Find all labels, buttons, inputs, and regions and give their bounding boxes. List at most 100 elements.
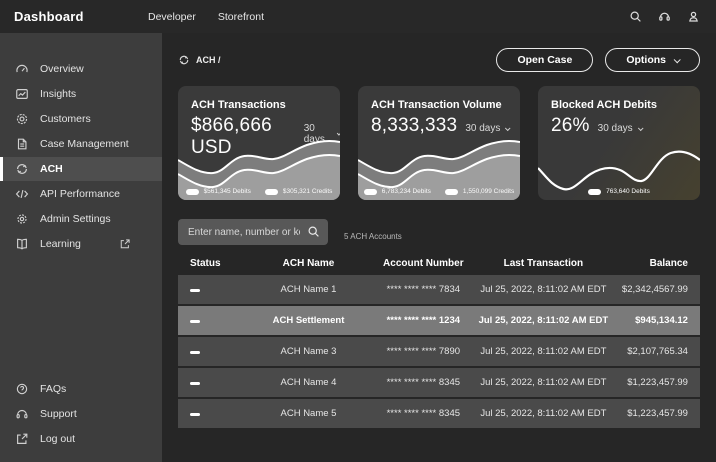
column-header-last-transaction: Last Transaction (476, 258, 612, 269)
sidebar-item-customers[interactable]: Customers (0, 107, 162, 131)
sidebar-item-label: Case Management (40, 138, 129, 150)
search-input[interactable] (178, 219, 328, 245)
balance-cell: $1,223,457.99 (611, 408, 700, 419)
status-cell (178, 408, 246, 419)
card-period-dropdown[interactable]: 30 days (598, 123, 642, 134)
account-number-cell: **** **** **** 7890 (371, 346, 475, 357)
last-transaction-cell: Jul 25, 2022, 8:11:02 AM EDT (476, 284, 612, 295)
ach-name-cell: ACH Name 3 (246, 346, 371, 357)
table-row-selected[interactable]: ACH Settlement **** **** **** 1234 Jul 2… (178, 306, 700, 335)
last-transaction-cell: Jul 25, 2022, 8:11:02 AM EDT (476, 408, 612, 419)
sidebar-item-label: Overview (40, 63, 84, 75)
open-case-button[interactable]: Open Case (496, 48, 593, 72)
support-icon[interactable] (657, 10, 671, 24)
ach-name-cell: ACH Name 1 (246, 284, 371, 295)
balance-cell: $945,134.12 (611, 315, 700, 326)
table-row[interactable]: ACH Name 1 **** **** **** 7834 Jul 25, 2… (178, 275, 700, 304)
last-transaction-cell: Jul 25, 2022, 8:11:02 AM EDT (476, 346, 612, 357)
options-button[interactable]: Options (605, 48, 700, 72)
sidebar-item-overview[interactable]: Overview (0, 57, 162, 81)
last-transaction-cell: Jul 25, 2022, 8:11:02 AM EDT (476, 377, 612, 388)
breadcrumb-label: ACH / (196, 55, 221, 65)
legend-marker (186, 189, 199, 195)
sidebar-item-label: Log out (40, 433, 75, 445)
account-number-cell: **** **** **** 8345 (371, 377, 475, 388)
headset-icon (14, 407, 29, 422)
document-icon (14, 137, 29, 152)
card-ach-transaction-volume: ACH Transaction Volume 8,333,333 30 days… (358, 86, 520, 200)
sidebar-item-label: ACH (40, 163, 63, 175)
sidebar-item-label: Admin Settings (40, 213, 111, 225)
table-header: Status ACH Name Account Number Last Tran… (178, 254, 700, 275)
top-navbar: Dashboard Developer Storefront (0, 0, 716, 33)
chevron-down-icon (505, 125, 511, 131)
card-legend: 6,783,234 Debits 1,550,099 Credits (358, 188, 520, 195)
card-value: 8,333,333 (371, 115, 457, 137)
question-circle-icon (14, 382, 29, 397)
legend-marker (265, 189, 278, 195)
gear-icon (14, 212, 29, 227)
balance-cell: $2,107,765.34 (611, 346, 700, 357)
column-header-status: Status (178, 258, 246, 269)
nav-tab-storefront[interactable]: Storefront (218, 11, 264, 23)
status-cell (178, 346, 246, 357)
balance-cell: $1,223,457.99 (611, 377, 700, 388)
sidebar-item-faqs[interactable]: FAQs (0, 377, 162, 401)
sidebar-item-api-performance[interactable]: API Performance (0, 182, 162, 206)
last-transaction-cell: Jul 25, 2022, 8:11:02 AM EDT (476, 315, 612, 326)
sidebar-item-label: FAQs (40, 383, 66, 395)
external-link-icon (118, 237, 133, 252)
user-icon[interactable] (686, 10, 700, 24)
card-period-dropdown[interactable]: 30 days (465, 123, 509, 134)
card-legend: 763,640 Debits (538, 188, 700, 195)
search-icon[interactable] (307, 225, 320, 243)
card-title: ACH Transactions (178, 86, 340, 111)
gauge-icon (14, 62, 29, 77)
legend-item: $561,345 Debits (186, 188, 251, 195)
card-title: ACH Transaction Volume (358, 86, 520, 111)
account-number-cell: **** **** **** 7834 (371, 284, 475, 295)
status-cell (178, 315, 246, 326)
ach-name-cell: ACH Name 4 (246, 377, 371, 388)
navbar-tabs: Developer Storefront (148, 11, 264, 23)
chevron-down-icon (638, 125, 644, 131)
sidebar-footer: FAQs Support Log out (0, 377, 162, 452)
ach-name-cell: ACH Name 5 (246, 408, 371, 419)
insights-chart-icon (14, 87, 29, 102)
column-header-account-number: Account Number (371, 258, 475, 269)
table-row[interactable]: ACH Name 4 **** **** **** 8345 Jul 25, 2… (178, 368, 700, 397)
column-header-balance: Balance (611, 258, 700, 269)
dash-status-icon (190, 382, 200, 385)
sidebar-item-support[interactable]: Support (0, 402, 162, 426)
legend-item: 763,640 Debits (588, 188, 650, 195)
sidebar-item-insights[interactable]: Insights (0, 82, 162, 106)
dash-status-icon (190, 320, 200, 323)
code-icon (14, 187, 29, 202)
table-row[interactable]: ACH Name 5 **** **** **** 8345 Jul 25, 2… (178, 399, 700, 428)
results-count: 5 ACH Accounts (344, 232, 402, 241)
account-number-cell: **** **** **** 8345 (371, 408, 475, 419)
header-buttons: Open Case Options (496, 48, 700, 72)
table-row[interactable]: ACH Name 3 **** **** **** 7890 Jul 25, 2… (178, 337, 700, 366)
card-legend: $561,345 Debits $305,321 Credits (178, 188, 340, 195)
search-icon[interactable] (628, 10, 642, 24)
badge-icon (14, 112, 29, 127)
sidebar-item-learning[interactable]: Learning (0, 232, 162, 256)
sync-icon (14, 162, 29, 177)
column-header-ach-name: ACH Name (246, 258, 371, 269)
sidebar-item-case-management[interactable]: Case Management (0, 132, 162, 156)
main-content: ACH / Open Case Options ACH Transactions… (162, 33, 716, 462)
metric-cards: ACH Transactions $866,666 USD 30 days $5… (178, 86, 700, 200)
ach-name-cell: ACH Settlement (246, 315, 371, 326)
book-icon (14, 237, 29, 252)
sidebar-item-logout[interactable]: Log out (0, 427, 162, 451)
sidebar: Overview Insights Customers Case Managem… (0, 33, 162, 462)
navbar-actions (628, 10, 716, 24)
card-ach-transactions: ACH Transactions $866,666 USD 30 days $5… (178, 86, 340, 200)
legend-marker (364, 189, 377, 195)
chevron-down-icon (674, 56, 681, 63)
sidebar-item-admin-settings[interactable]: Admin Settings (0, 207, 162, 231)
sidebar-item-ach[interactable]: ACH (0, 157, 162, 181)
card-blocked-ach-debits: Blocked ACH Debits 26% 30 days 763,640 D… (538, 86, 700, 200)
nav-tab-developer[interactable]: Developer (148, 11, 196, 23)
